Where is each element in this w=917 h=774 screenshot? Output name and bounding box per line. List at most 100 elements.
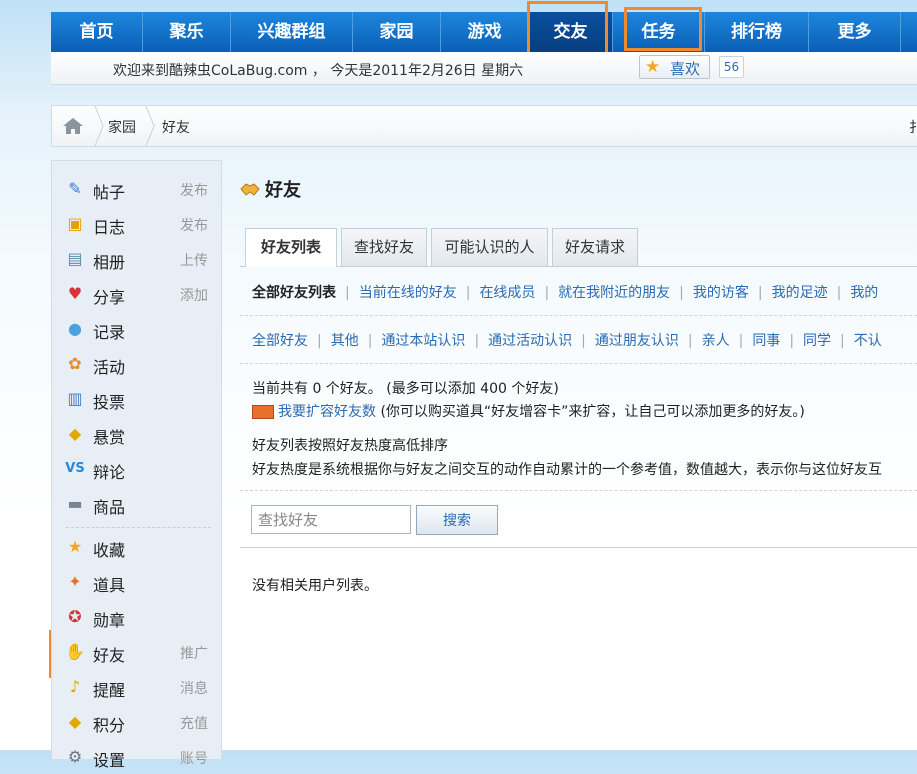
gift-card-icon: [252, 405, 274, 419]
nav-groups[interactable]: 兴趣群组: [231, 12, 353, 52]
tab-friend-list[interactable]: 好友列表: [245, 228, 337, 267]
star-icon: ★: [645, 57, 661, 77]
filter-via-site[interactable]: 通过本站认识: [381, 333, 465, 349]
search-button[interactable]: 搜索: [416, 505, 498, 535]
breadcrumb-separator: [94, 106, 104, 146]
nav-home[interactable]: 首页: [51, 12, 143, 52]
nav-games[interactable]: 游戏: [441, 12, 529, 52]
like-button[interactable]: ★ 喜欢: [639, 55, 710, 79]
filter-my-more[interactable]: 我的: [850, 285, 878, 301]
sidebar-item-label: 好友: [93, 646, 126, 665]
sidebar-item-label: 设置: [93, 751, 126, 770]
sidebar-item-medals[interactable]: ✪ 勋章: [52, 599, 221, 634]
sidebar-item-activity[interactable]: ✿ 活动: [52, 346, 221, 381]
nav-jiayuan[interactable]: 家园: [353, 12, 441, 52]
welcome-text: 欢迎来到酷辣虫CoLaBug.com ， 今天是2011年2月26日 星期六: [113, 63, 524, 79]
sidebar-item-settings[interactable]: ⚙ 设置 账号: [52, 739, 221, 774]
heat-text: 好友热度是系统根据你与好友之间交互的动作自动累计的一个参考值，数值越大，表示你与…: [252, 462, 882, 478]
sidebar-item-share[interactable]: ♥ 分享 添加: [52, 276, 221, 311]
prop-icon: ✦: [68, 572, 82, 591]
breadcrumb-current: 好友: [162, 120, 190, 136]
filter-online-friends[interactable]: 当前在线的好友: [359, 285, 457, 301]
sidebar-item-props[interactable]: ✦ 道具: [52, 564, 221, 599]
sidebar-item-record[interactable]: ● 记录: [52, 311, 221, 346]
nav-jule[interactable]: 聚乐: [143, 12, 231, 52]
expand-row: 我要扩容好友数 (你可以购买道具“好友增容卡”来扩容，让自己可以添加更多的好友。…: [252, 401, 805, 421]
filter-colleagues[interactable]: 同事: [752, 333, 780, 349]
filter-row-secondary: 全部好友 | 其他 | 通过本站认识 | 通过活动认识 | 通过朋友认识 | 亲人 | 同事 | 同学 | 不认: [252, 333, 882, 349]
filter-other[interactable]: 其他: [331, 333, 359, 349]
breadcrumb-right-text: 扌: [909, 120, 917, 136]
favorite-icon: ★: [67, 537, 83, 556]
breadcrumb-jiayuan[interactable]: 家园: [108, 117, 136, 137]
filter-all-friends-list[interactable]: 全部好友列表: [252, 285, 336, 301]
tab-friend-requests[interactable]: 好友请求: [552, 228, 638, 266]
sidebar-item-action[interactable]: 账号: [180, 748, 208, 768]
filter-via-friends[interactable]: 通过朋友认识: [595, 333, 679, 349]
sort-text: 好友列表按照好友热度高低排序: [252, 438, 448, 454]
filter-family[interactable]: 亲人: [702, 333, 730, 349]
sidebar-item-label: 帖子: [93, 183, 126, 202]
sidebar-item-action[interactable]: 推广: [180, 643, 208, 663]
sidebar-item-album[interactable]: ▤ 相册 上传: [52, 241, 221, 276]
sidebar-item-label: 勋章: [93, 611, 126, 630]
sidebar-divider: [66, 527, 211, 528]
filter-via-activity[interactable]: 通过活动认识: [488, 333, 572, 349]
nav-tasks[interactable]: 任务: [613, 12, 705, 52]
sidebar-item-posts[interactable]: ✎ 帖子 发布: [52, 171, 221, 206]
sidebar-item-friends[interactable]: ✋ 好友 推广: [52, 634, 221, 669]
filter-visitors[interactable]: 我的访客: [693, 285, 749, 301]
filter-classmates[interactable]: 同学: [803, 333, 831, 349]
credits-icon: ◆: [68, 712, 82, 731]
activity-icon: ✿: [68, 354, 82, 373]
sidebar-item-label: 道具: [93, 576, 126, 595]
nav-friends[interactable]: 交友: [529, 12, 613, 52]
filter-nearby[interactable]: 就在我附近的朋友: [558, 285, 670, 301]
filter-online-members[interactable]: 在线成员: [479, 285, 535, 301]
tab-bar: [240, 266, 917, 267]
search-friends-input[interactable]: [251, 505, 411, 534]
breadcrumb-separator: [145, 106, 155, 146]
filter-all[interactable]: 全部好友: [252, 333, 308, 349]
sidebar-item-label: 商品: [93, 498, 126, 517]
nav-ranking[interactable]: 排行榜: [705, 12, 809, 52]
filter-row-primary: 全部好友列表 | 当前在线的好友 | 在线成员 | 就在我附近的朋友 | 我的访客 | 我的足迹 | 我…: [252, 285, 879, 301]
sidebar-item-credits[interactable]: ◆ 积分 充值: [52, 704, 221, 739]
sidebar-item-debate[interactable]: VS 辩论: [52, 451, 221, 486]
tab-find-friends[interactable]: 查找好友: [341, 228, 427, 266]
divider: [240, 315, 917, 316]
settings-icon: ⚙: [67, 747, 83, 766]
debate-icon: VS: [65, 461, 85, 476]
sidebar-item-action[interactable]: 上传: [180, 250, 208, 270]
filter-strangers[interactable]: 不认: [854, 333, 882, 349]
sidebar-item-label: 活动: [93, 358, 126, 377]
sidebar-item-poll[interactable]: ▥ 投票: [52, 381, 221, 416]
sidebar-item-favorites[interactable]: ★ 收藏: [52, 529, 221, 564]
breadcrumb: 家园 好友 扌: [51, 105, 917, 147]
friends-icon: ✋: [65, 642, 85, 661]
sidebar-item-goods[interactable]: ▬ 商品: [52, 486, 221, 521]
expand-friends-link[interactable]: 我要扩容好友数: [278, 404, 376, 420]
page-title: 好友: [265, 180, 301, 201]
sidebar: ✎ 帖子 发布 ▣ 日志 发布 ▤ 相册 上传 ♥ 分享 添加 ● 记录 ✿ 活…: [51, 160, 222, 770]
sidebar-item-label: 辩论: [93, 463, 126, 482]
sidebar-item-label: 悬赏: [93, 428, 126, 447]
sidebar-item-reminder[interactable]: ♪ 提醒 消息: [52, 669, 221, 704]
filter-footprints[interactable]: 我的足迹: [772, 285, 828, 301]
divider: [240, 363, 917, 364]
sidebar-item-action[interactable]: 发布: [180, 215, 208, 235]
sidebar-item-action[interactable]: 充值: [180, 713, 208, 733]
sidebar-item-label: 日志: [93, 218, 126, 237]
nav-more[interactable]: 更多: [809, 12, 901, 52]
reward-icon: ◆: [68, 424, 82, 443]
tab-may-know[interactable]: 可能认识的人: [431, 228, 548, 266]
sidebar-item-blog[interactable]: ▣ 日志 发布: [52, 206, 221, 241]
sidebar-item-action[interactable]: 添加: [180, 285, 208, 305]
sidebar-item-action[interactable]: 消息: [180, 678, 208, 698]
divider: [240, 490, 917, 491]
home-icon[interactable]: [62, 117, 84, 135]
sidebar-item-reward[interactable]: ◆ 悬赏: [52, 416, 221, 451]
friend-count-text: 当前共有 0 个好友。 (最多可以添加 400 个好友): [252, 381, 559, 397]
sidebar-item-action[interactable]: 发布: [180, 180, 208, 200]
medal-icon: ✪: [68, 607, 82, 626]
